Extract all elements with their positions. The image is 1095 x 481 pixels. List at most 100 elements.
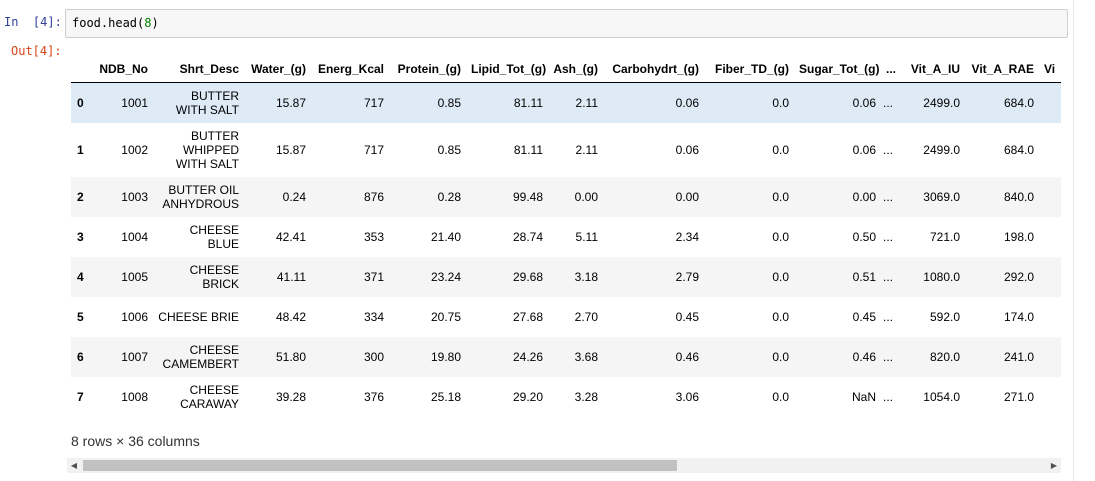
table-row: 7 1008 CHEESE CARAWAY 39.28 376 25.18 29.20 3.2… (71, 377, 1061, 417)
table-cell: 0.06 (852, 95, 876, 110)
table-cell: 198.0 (1003, 229, 1034, 244)
ellipsis-cell: ... (883, 349, 894, 364)
row-index: 1 (77, 142, 84, 157)
index-header (71, 56, 91, 83)
table-cell: 24.26 (512, 349, 543, 364)
table-body: 0 1001 BUTTER WITH SALT 15.87 717 0.85 81.11 2.… (71, 82, 1061, 417)
column-header: NDB_No (91, 56, 153, 83)
table-cell: 2.79 (675, 269, 699, 284)
table-cell: 51.80 (275, 349, 306, 364)
table-cell: 1054.0 (923, 389, 960, 404)
table-cell: 0.00 (852, 189, 876, 204)
table-cell: 1006 (121, 309, 148, 324)
table-row: 3 1004 CHEESE BLUE 42.41 353 21.40 28.74 5.11 2.… (71, 217, 1061, 257)
scroll-right-arrow-icon[interactable]: ▶ (1047, 458, 1061, 473)
table-cell: 371 (363, 269, 384, 284)
table-cell: 334 (363, 309, 384, 324)
table-cell: 15.87 (275, 142, 306, 157)
ellipsis-cell: ... (883, 309, 894, 324)
table-cell: 2.70 (574, 309, 598, 324)
table-cell: 840.0 (1003, 189, 1034, 204)
ellipsis-cell: ... (883, 389, 894, 404)
table-cell: 271.0 (1003, 389, 1034, 404)
table-cell: 721.0 (929, 229, 960, 244)
table-cell: 0.28 (437, 189, 461, 204)
column-header: Shrt_Desc (153, 56, 244, 83)
description-cell: CHEESE BRIE (158, 309, 239, 324)
row-index: 7 (77, 389, 84, 404)
table-cell: 48.42 (275, 309, 306, 324)
table-cell: 684.0 (1003, 142, 1034, 157)
description-cell: CHEESE CAMEMBERT (162, 342, 239, 371)
row-index: 5 (77, 309, 84, 324)
column-header: Ash_(g) (548, 56, 603, 83)
table-row: 4 1005 CHEESE BRICK 41.11 371 23.24 29.68 3.18 2… (71, 256, 1061, 297)
table-cell (1039, 177, 1061, 217)
row-index: 6 (77, 349, 84, 364)
column-header: ... (881, 56, 903, 83)
code-input[interactable]: food.head(8) (65, 9, 1068, 38)
table-cell: 20.75 (430, 309, 461, 324)
table-cell: 0.00 (574, 189, 598, 204)
table-cell: 39.28 (275, 389, 306, 404)
table-cell: 0.06 (675, 142, 699, 157)
column-header: Energ_Kcal (311, 56, 389, 83)
table-cell: 353 (363, 229, 384, 244)
table-cell: 0.0 (772, 229, 789, 244)
table-cell: 0.0 (772, 189, 789, 204)
table-cell: 0.85 (437, 142, 461, 157)
table-cell: 292.0 (1003, 269, 1034, 284)
dataframe-table: NDB_No Shrt_Desc Water_(g) Energ_Kcal Protei… (71, 56, 1061, 417)
table-cell: 0.0 (772, 389, 789, 404)
code-text: food.head( (72, 16, 145, 30)
table-cell (1039, 257, 1061, 297)
ellipsis-cell: ... (883, 142, 894, 157)
table-cell: 376 (363, 389, 384, 404)
table-cell: 0.0 (772, 142, 789, 157)
row-index: 2 (77, 189, 84, 204)
table-cell (1039, 123, 1061, 177)
table-cell: 174.0 (1003, 309, 1034, 324)
table-cell: 300 (363, 349, 384, 364)
table-cell: 1003 (121, 189, 148, 204)
table-cell: 81.11 (513, 142, 543, 157)
table-cell: 3.28 (574, 389, 598, 404)
table-row: 1 1002 BUTTER WHIPPED WITH SALT 15.87 717 0.8… (71, 123, 1061, 177)
page-right-edge (1073, 0, 1095, 481)
ellipsis-cell: ... (883, 95, 894, 110)
horizontal-scrollbar[interactable]: ◀ ▶ (67, 458, 1061, 473)
scrollbar-thumb[interactable] (83, 460, 677, 471)
column-header: Sugar_Tot_(g) (794, 56, 881, 83)
dataframe-output: NDB_No Shrt_Desc Water_(g) Energ_Kcal Protei… (71, 56, 1061, 426)
table-cell: 0.46 (852, 349, 876, 364)
description-cell: CHEESE BLUE (189, 222, 239, 251)
table-cell: 28.74 (512, 229, 543, 244)
table-cell: 876 (363, 189, 384, 204)
table-cell: 717 (363, 95, 384, 110)
table-cell: 0.85 (437, 95, 461, 110)
table-cell: 0.45 (675, 309, 699, 324)
table-row: 0 1001 BUTTER WITH SALT 15.87 717 0.85 81.11 2.… (71, 82, 1061, 123)
table-cell: 0.0 (772, 269, 789, 284)
table-cell: 1005 (121, 269, 148, 284)
table-cell: 1007 (121, 349, 148, 364)
table-cell (1039, 297, 1061, 337)
column-header: Carbohydrt_(g) (603, 56, 704, 83)
table-cell: 2.11 (575, 95, 598, 110)
table-cell: 0.00 (675, 189, 699, 204)
description-cell: CHEESE BRICK (189, 262, 239, 291)
column-header: Vit_A_RAE (965, 56, 1039, 83)
table-cell: 21.40 (430, 229, 461, 244)
output-prompt: Out[4]: (11, 44, 62, 58)
row-index: 0 (77, 95, 84, 110)
table-cell: 3069.0 (923, 189, 960, 204)
table-cell: 0.24 (282, 189, 306, 204)
column-header: Protein_(g) (389, 56, 466, 83)
table-cell: 1004 (121, 229, 148, 244)
table-cell: 2499.0 (923, 142, 960, 157)
table-cell: 0.06 (675, 95, 699, 110)
scroll-left-arrow-icon[interactable]: ◀ (67, 458, 81, 473)
table-cell: 1001 (121, 95, 148, 110)
table-cell: 1080.0 (923, 269, 960, 284)
table-cell: 717 (363, 142, 384, 157)
